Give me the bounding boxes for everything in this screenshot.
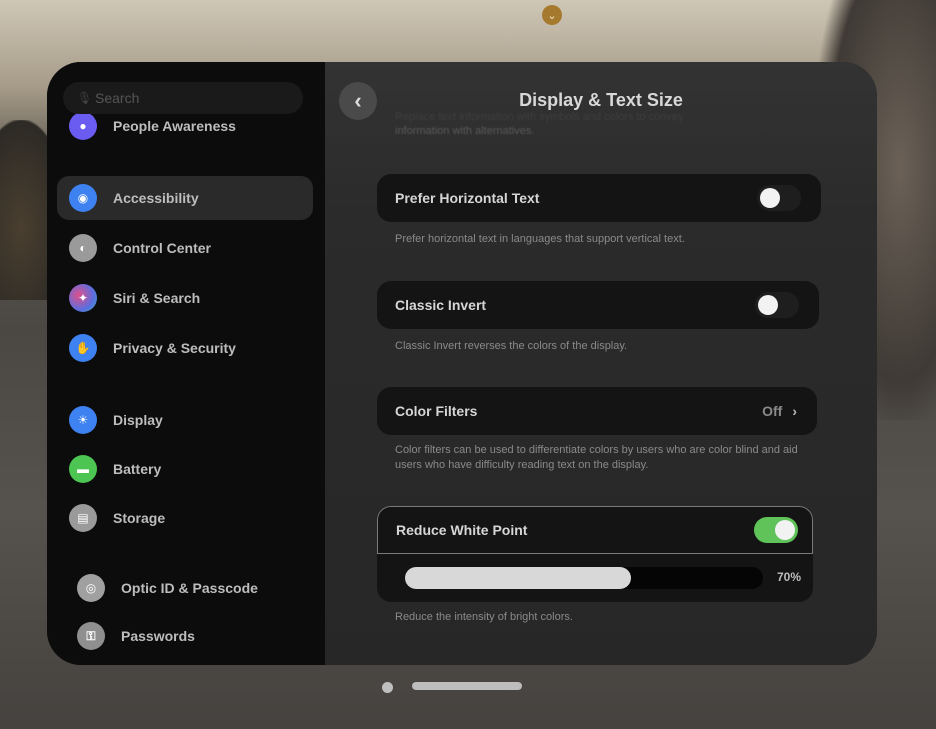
sidebar-item-label: Passwords [121,628,195,644]
setting-footer: Reduce the intensity of bright colors. [395,611,573,623]
white-point-slider[interactable] [405,567,763,589]
prefer-horizontal-text-row[interactable]: Prefer Horizontal Text [377,174,821,222]
setting-label: Prefer Horizontal Text [395,190,540,206]
slider-fill [405,567,631,589]
faded-line-2: information with alternatives. [395,125,535,137]
battery-icon: ▬ [69,455,97,483]
color-filters-row[interactable]: Color Filters Off › [377,387,817,435]
sidebar-item-label: Optic ID & Passcode [121,580,258,596]
privacy-hand-icon: ✋ [69,334,97,362]
sidebar-item-control-center[interactable]: ◐ Control Center [57,226,313,270]
window-chevron-down-handle[interactable]: ⌄ [542,5,562,25]
sidebar-item-battery[interactable]: ▬ Battery [57,447,313,491]
setting-label: Color Filters [395,403,478,419]
sidebar-item-accessibility[interactable]: ◉ Accessibility [57,176,313,220]
accessibility-icon: ◉ [69,184,97,212]
sidebar-item-label: Battery [113,461,162,477]
sidebar-item-label: People Awareness [113,118,236,134]
sidebar-item-optic-id-passcode[interactable]: ◎ Optic ID & Passcode [65,566,321,610]
key-icon: ⚿ [77,622,105,650]
window-dot-handle[interactable] [382,682,393,693]
siri-icon: ✦ [69,284,97,312]
classic-invert-toggle[interactable] [755,292,799,318]
setting-label: Reduce White Point [396,522,528,538]
sidebar-item-label: Control Center [113,240,211,256]
sidebar: ● People Awareness 🎙 Search ◉ Accessibil… [47,62,325,665]
reduce-white-point-toggle[interactable] [754,517,798,543]
setting-footer: Color filters can be used to differentia… [395,444,798,471]
sidebar-item-privacy-security[interactable]: ✋ Privacy & Security [57,326,313,370]
setting-footer: Classic Invert reverses the colors of th… [395,340,628,352]
settings-window: ● People Awareness 🎙 Search ◉ Accessibil… [47,62,877,665]
color-filters-value: Off › [762,403,797,419]
sidebar-item-siri-search[interactable]: ✦ Siri & Search [57,276,313,320]
slider-percent: 70% [776,570,801,584]
sidebar-item-storage[interactable]: ▤ Storage [57,496,313,540]
sidebar-item-label: Privacy & Security [113,340,236,356]
storage-icon: ▤ [69,504,97,532]
search-placeholder: Search [95,90,140,106]
reduce-white-point-card: Reduce White Point 70% [377,506,813,602]
control-center-icon: ◐ [69,234,97,262]
sidebar-item-label: Storage [113,510,166,526]
sidebar-item-passwords[interactable]: ⚿ Passwords [65,614,321,658]
sidebar-item-label: Siri & Search [113,290,201,306]
prefer-horizontal-text-toggle[interactable] [757,185,801,211]
toggle-knob [760,188,780,208]
setting-label: Classic Invert [395,297,487,313]
search-input[interactable]: 🎙 Search [63,82,303,114]
faded-description: Replace text information with symbols an… [395,110,775,138]
sidebar-item-display[interactable]: ☀ Display [57,398,313,442]
sidebar-item-label: Display [113,412,163,428]
chevron-down-icon: ⌄ [547,9,557,22]
display-icon: ☀ [69,406,97,434]
chevron-right-icon: › [792,403,797,419]
setting-footer: Prefer horizontal text in languages that… [395,233,685,245]
microphone-icon[interactable]: 🎙 [77,91,92,105]
optic-id-icon: ◎ [77,574,105,602]
toggle-knob [775,520,795,540]
faded-line-1: Replace text information with symbols an… [395,111,684,123]
reduce-white-point-row[interactable]: Reduce White Point [377,506,813,554]
toggle-knob [758,295,778,315]
window-grab-bar[interactable] [412,682,522,690]
people-awareness-icon: ● [69,112,97,140]
detail-pane: ‹ Display & Text Size Replace text infor… [325,62,877,665]
sidebar-item-label: Accessibility [113,190,199,206]
classic-invert-row[interactable]: Classic Invert [377,281,819,329]
page-title: Display & Text Size [519,90,683,110]
value-text: Off [762,403,783,419]
